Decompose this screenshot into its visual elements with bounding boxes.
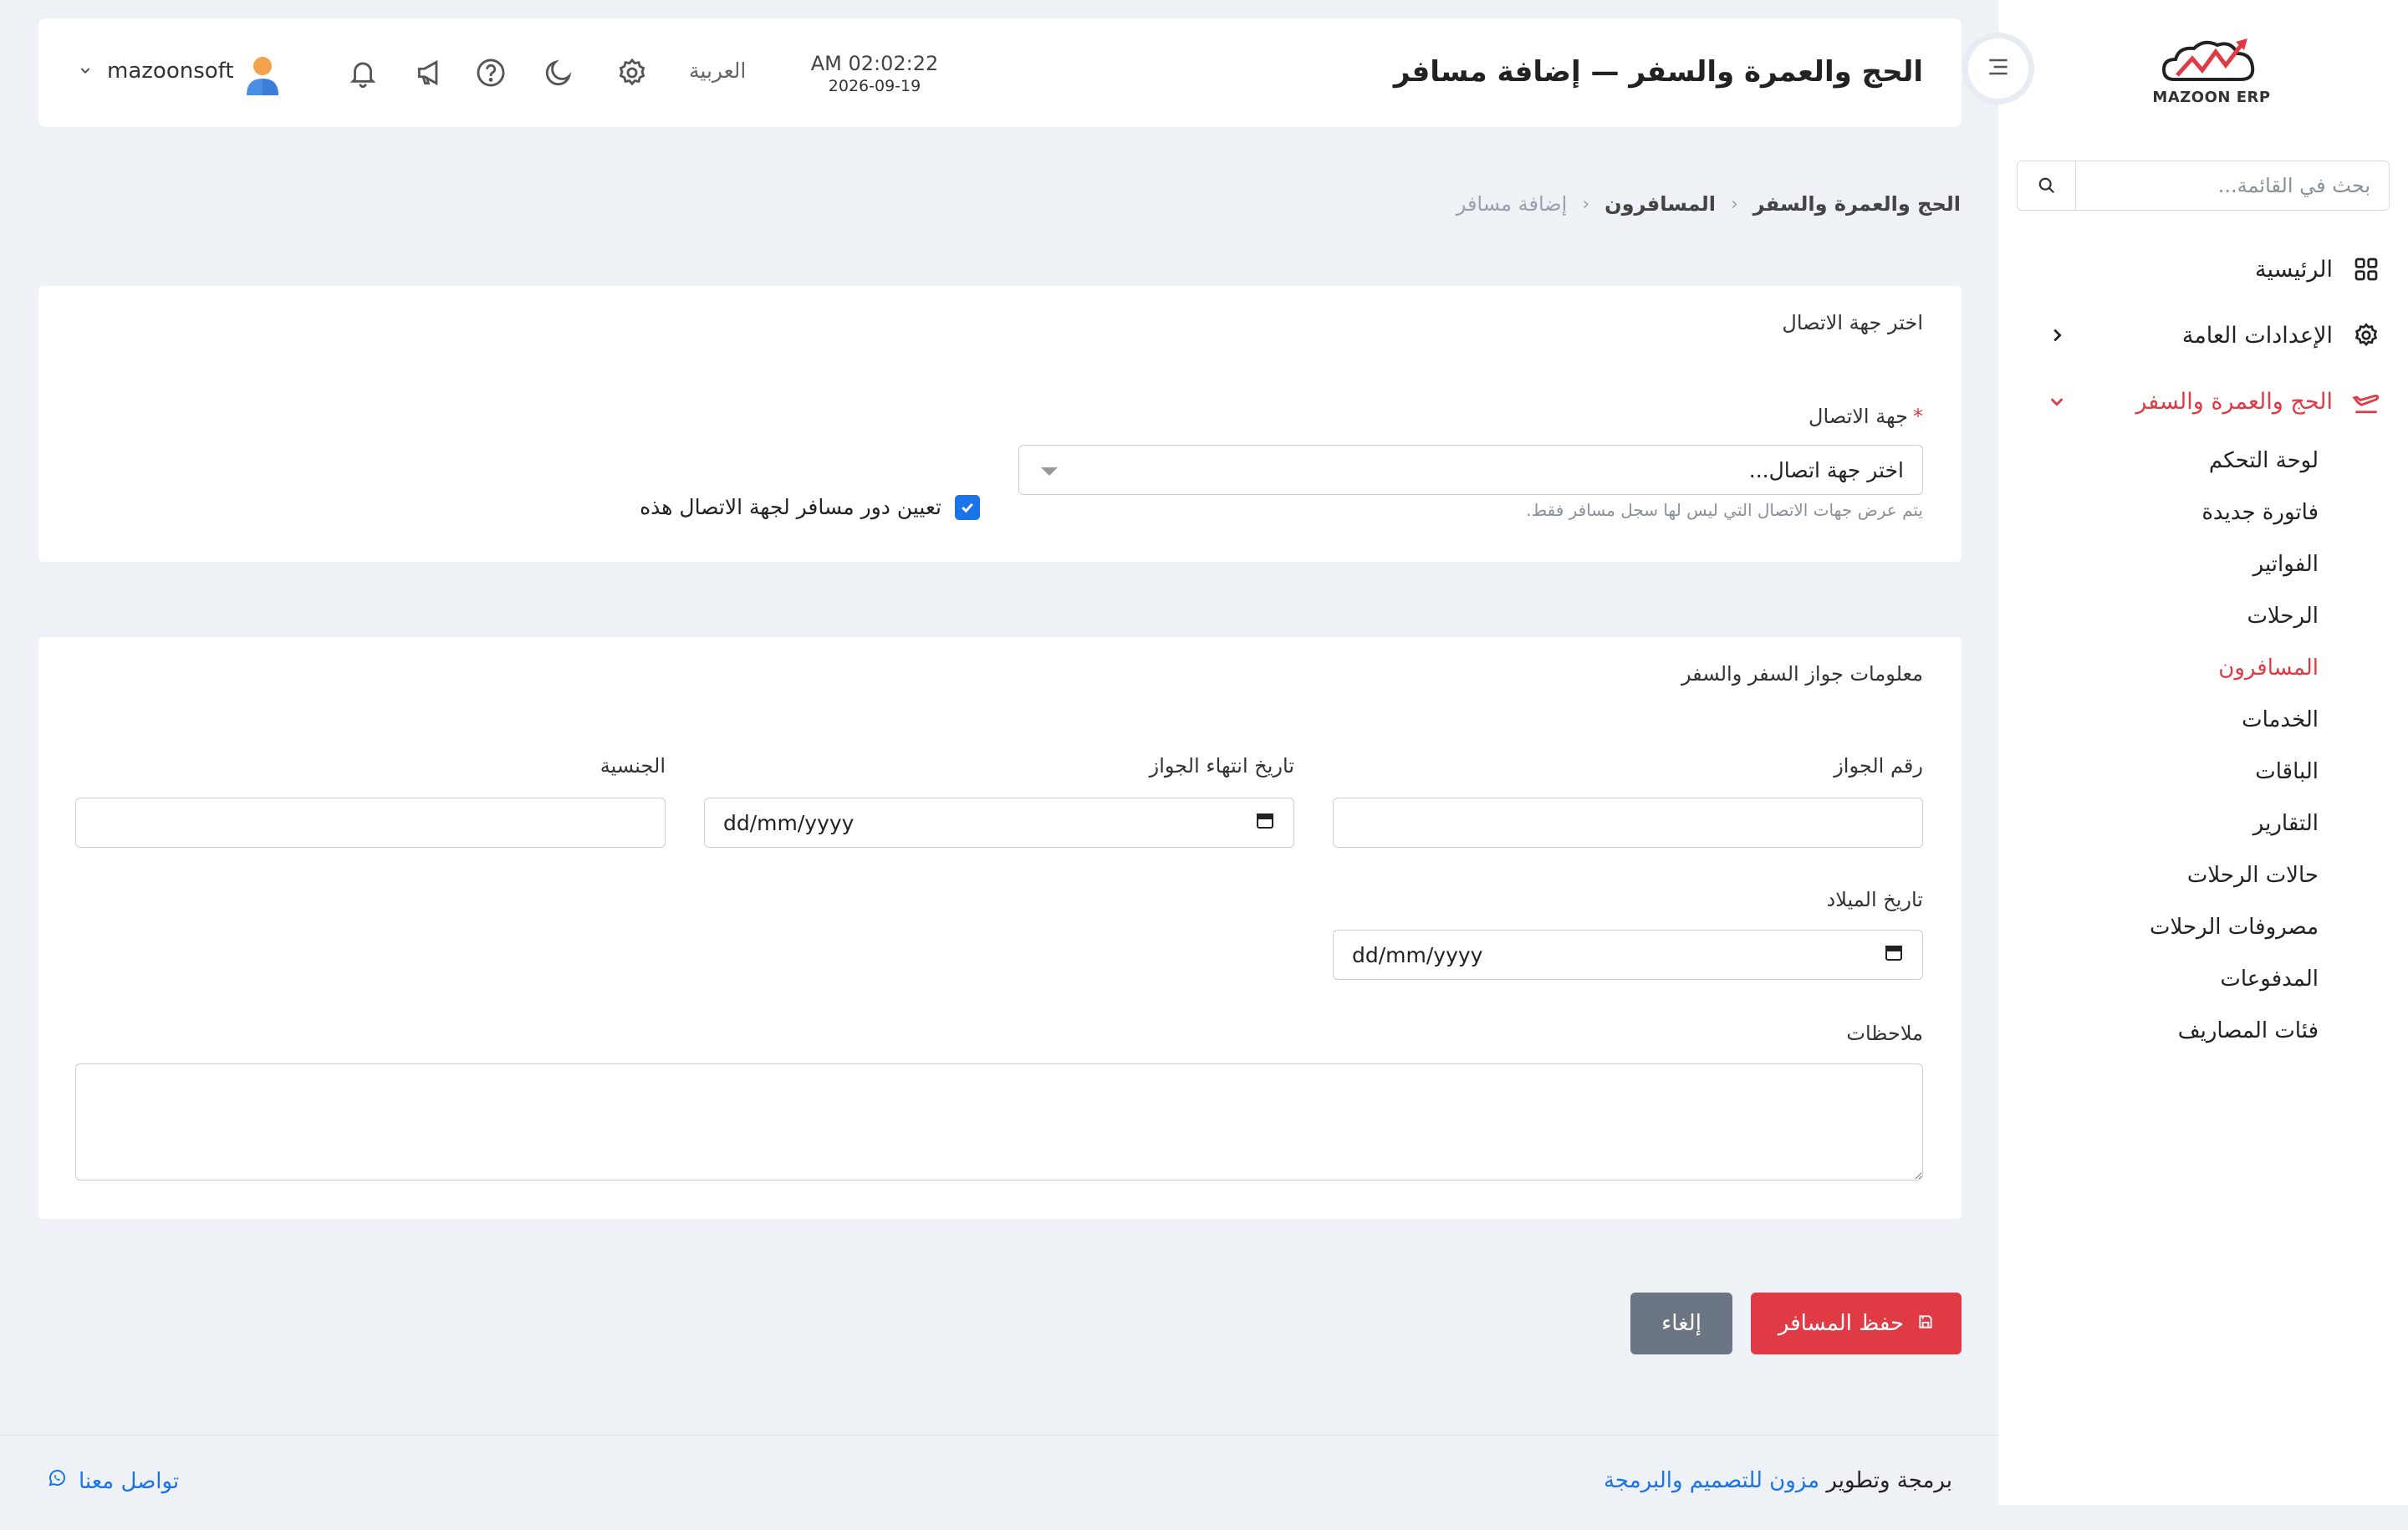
- sidebar-subitem-services[interactable]: الخدمات: [2242, 707, 2319, 732]
- sidebar-subitem-reports[interactable]: التقارير: [2253, 811, 2319, 836]
- bell-icon[interactable]: [342, 52, 384, 94]
- username[interactable]: mazoonsoft: [107, 59, 234, 84]
- footer-credit: برمجة وتطوير مزون للتصميم والبرمجة: [1604, 1468, 1952, 1493]
- clock: AM 02:02:22 2026-09-19: [791, 52, 958, 95]
- required-mark: *: [1913, 405, 1923, 428]
- grid-icon: [2349, 252, 2383, 286]
- passport-expiry-input[interactable]: dd/mm/yyyy: [704, 798, 1294, 848]
- sidebar-item-label: الإعدادات العامة: [2181, 322, 2333, 349]
- avatar[interactable]: [239, 52, 286, 99]
- breadcrumb-item[interactable]: الحج والعمرة والسفر: [1753, 192, 1961, 216]
- contact-field-label-text: جهة الاتصال: [1809, 405, 1908, 428]
- sidebar-item-label: الرئيسية: [2255, 256, 2333, 283]
- contact-field-label: *جهة الاتصال: [1809, 405, 1923, 428]
- footer-credit-prefix: برمجة وتطوير: [1826, 1468, 1952, 1493]
- chevron-down-icon[interactable]: [79, 64, 92, 80]
- sidebar: MAZOON ERP الرئيسية الإعدادات العامة الح…: [1998, 0, 2408, 1505]
- chevron-down-icon: [2040, 392, 2074, 411]
- breadcrumb-item[interactable]: المسافرون: [1604, 192, 1716, 216]
- help-icon[interactable]: [470, 52, 512, 94]
- contact-select-value: اختر جهة اتصال...: [1748, 457, 1904, 482]
- passport-card-title: معلومات جواز السفر والسفر: [1681, 662, 1923, 686]
- page-title: الحج والعمرة والسفر — إضافة مسافر: [1393, 55, 1923, 89]
- footer-divider: [0, 1435, 1998, 1436]
- moon-icon[interactable]: [538, 52, 579, 94]
- contact-us-label: تواصل معنا: [79, 1468, 180, 1494]
- sidebar-subitem-dashboard[interactable]: لوحة التحكم: [2209, 448, 2319, 473]
- passport-number-label: رقم الجواز: [1834, 754, 1923, 778]
- plane-icon: [2349, 385, 2383, 418]
- gear-icon[interactable]: [611, 52, 653, 94]
- sidebar-subitem-new-invoice[interactable]: فاتورة جديدة: [2201, 500, 2319, 525]
- contact-hint: يتم عرض جهات الاتصال التي ليس لها سجل مس…: [1526, 500, 1923, 520]
- sidebar-item-label: الحج والعمرة والسفر: [2135, 388, 2333, 415]
- logo-text: MAZOON ERP: [2152, 89, 2271, 106]
- check-icon: [962, 502, 973, 513]
- passport-card: معلومات جواز السفر والسفر رقم الجواز تار…: [38, 637, 1962, 1219]
- sidebar-subitem-packages[interactable]: الباقات: [2255, 759, 2319, 784]
- notes-label: ملاحظات: [1846, 1022, 1923, 1045]
- contact-card: اختر جهة الاتصال *جهة الاتصال اختر جهة ا…: [38, 286, 1962, 562]
- save-traveler-button[interactable]: حفظ المسافر: [1751, 1293, 1962, 1354]
- menu-icon: [1985, 54, 2012, 84]
- traveler-role-checkbox[interactable]: [955, 495, 980, 520]
- whatsapp-icon: [47, 1468, 67, 1494]
- breadcrumb: الحج والعمرة والسفر ‹ المسافرون ‹ إضافة …: [1457, 192, 1961, 216]
- birth-date-placeholder: dd/mm/yyyy: [1352, 942, 1483, 967]
- birth-date-label: تاريخ الميلاد: [1826, 888, 1924, 911]
- sidebar-subitem-travelers[interactable]: المسافرون: [2218, 655, 2319, 681]
- nationality-label: الجنسية: [599, 754, 666, 778]
- sidebar-toggle-button[interactable]: [1968, 38, 2028, 99]
- contact-us-link[interactable]: تواصل معنا: [47, 1468, 179, 1494]
- caret-down-icon: [1041, 467, 1058, 476]
- clock-time: AM 02:02:22: [810, 52, 939, 75]
- language-switcher[interactable]: العربية: [689, 59, 746, 83]
- sidebar-item-general-settings[interactable]: الإعدادات العامة: [1998, 310, 2408, 360]
- company-logo[interactable]: MAZOON ERP: [2149, 33, 2274, 117]
- breadcrumb-separator-icon: ‹: [1730, 193, 1738, 215]
- save-button-label: حفظ المسافر: [1778, 1311, 1905, 1336]
- sidebar-subitem-trip-statuses[interactable]: حالات الرحلات: [2187, 863, 2319, 888]
- birth-date-input[interactable]: dd/mm/yyyy: [1333, 930, 1923, 980]
- cancel-button[interactable]: إلغاء: [1630, 1293, 1732, 1354]
- contact-card-title: اختر جهة الاتصال: [1782, 311, 1923, 334]
- save-icon: [1917, 1311, 1934, 1336]
- passport-number-input[interactable]: [1333, 798, 1923, 848]
- sidebar-subitem-expense-categories[interactable]: فئات المصاريف: [2178, 1018, 2319, 1043]
- sidebar-search[interactable]: [2017, 161, 2390, 211]
- search-icon: [2018, 161, 2076, 210]
- footer-brand-link[interactable]: مزون للتصميم والبرمجة: [1604, 1468, 1819, 1493]
- sidebar-search-input[interactable]: [2076, 161, 2389, 210]
- sidebar-subitem-trips[interactable]: الرحلات: [2247, 604, 2319, 629]
- logo-icon: [2161, 38, 2255, 81]
- notes-textarea[interactable]: [75, 1063, 1923, 1181]
- nationality-input[interactable]: [75, 798, 666, 848]
- breadcrumb-current: إضافة مسافر: [1456, 192, 1568, 216]
- sidebar-subitem-payments[interactable]: المدفوعات: [2220, 966, 2319, 992]
- clock-date: 2026-09-19: [828, 77, 921, 95]
- passport-expiry-label: تاريخ انتهاء الجواز: [1149, 754, 1294, 778]
- traveler-role-checkbox-label[interactable]: تعيين دور مسافر لجهة الاتصال هذه: [640, 495, 941, 519]
- calendar-icon[interactable]: [1884, 942, 1904, 967]
- chevron-left-icon: [2040, 326, 2074, 344]
- sidebar-subitem-trip-expenses[interactable]: مصروفات الرحلات: [2150, 915, 2319, 940]
- breadcrumb-separator-icon: ‹: [1582, 193, 1590, 215]
- top-header: الحج والعمرة والسفر — إضافة مسافر AM 02:…: [38, 18, 1962, 127]
- calendar-icon[interactable]: [1255, 810, 1275, 835]
- gear-icon: [2349, 319, 2383, 352]
- sidebar-subitem-invoices[interactable]: الفواتير: [2253, 552, 2319, 577]
- sidebar-item-hajj-travel[interactable]: الحج والعمرة والسفر: [1998, 376, 2408, 426]
- sidebar-item-home[interactable]: الرئيسية: [1998, 244, 2408, 294]
- passport-expiry-placeholder: dd/mm/yyyy: [723, 810, 855, 835]
- megaphone-icon[interactable]: [409, 52, 451, 94]
- contact-select[interactable]: اختر جهة اتصال...: [1018, 445, 1923, 495]
